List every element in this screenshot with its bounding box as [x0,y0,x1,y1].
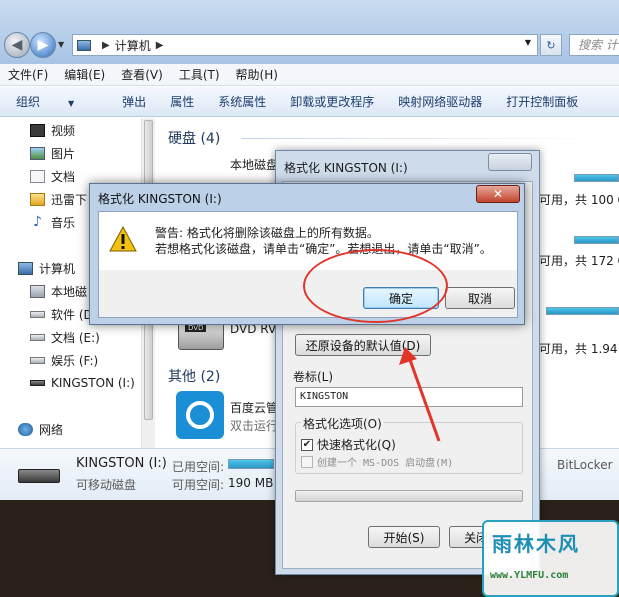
close-icon: ✕ [492,187,504,201]
organize-button[interactable]: 组织 ▼ [16,93,98,110]
details-drive-type: 可移动磁盘 [76,478,137,492]
disk-free-text: 可用，共 100 G [539,193,619,207]
warning-message-area: 警告: 格式化将删除该磁盘上的所有数据。 若想格式化该磁盘，请单击“确定”。若想… [99,212,517,270]
address-dropdown-icon[interactable]: ▼ [525,38,531,47]
msdos-boot-checkbox[interactable]: 创建一个 MS-DOS 启动盘(M) [301,454,453,469]
menu-help[interactable]: 帮助(H) [236,66,278,83]
forward-button[interactable]: ▶ [30,32,56,58]
baidu-cloud-icon [176,391,224,439]
watermark-logo: 雨林木风 www.YLMFU.com [482,520,619,597]
nav-item-network[interactable]: 网络 [18,419,63,439]
menu-edit[interactable]: 编辑(E) [64,66,105,83]
volume-label-caption: 卷标(L) [293,370,334,384]
details-used-label: 已用空间: [172,460,225,474]
group-header-hard-disks[interactable]: 硬盘 (4) [168,128,220,148]
warning-dialog-close-button[interactable]: ✕ [476,185,520,203]
system-properties-button[interactable]: 系统属性 [218,93,266,110]
watermark-text: 雨林木风 [492,532,580,556]
nav-item-drive-e[interactable]: 文档 (E:) [30,327,100,347]
disk-usage-bar [574,236,619,244]
baidu-cloud-label[interactable]: 百度云管 [230,399,278,416]
recent-pages-dropdown[interactable]: ▼ [58,40,64,49]
menu-file[interactable]: 文件(F) [8,66,48,83]
nav-item-videos[interactable]: 视频 [30,120,75,140]
address-path: 计算机 [114,38,151,53]
usb-drive-icon [30,380,45,386]
disk-usage-bar [574,174,619,182]
disk-free-text: 可用，共 172 G [539,254,619,268]
annotation-circle [303,249,448,323]
nav-item-documents[interactable]: 文档 [30,166,75,186]
eject-button[interactable]: 弹出 [122,93,146,110]
menu-view[interactable]: 查看(V) [121,66,163,83]
nav-item-downloads[interactable]: 迅雷下 [30,189,87,209]
format-progress-bar [295,490,523,502]
refresh-icon: ↻ [546,38,556,52]
checkbox-empty-icon [301,455,313,468]
nav-item-pictures[interactable]: 图片 [30,143,75,163]
usb-drive-icon [18,469,60,483]
nav-item-music[interactable]: ♪ 音乐 [30,212,75,232]
address-bar[interactable]: ▶ 计算机 ▶ ▼ [72,34,538,56]
back-arrow-icon: ◀ [11,37,23,53]
disk-usage-bar [546,307,619,315]
computer-icon [77,39,91,51]
baidu-cloud-subtitle: 双击运行 [230,419,279,433]
nav-item-drive-f[interactable]: 娱乐 (F:) [30,350,98,370]
start-button[interactable]: 开始(S) [368,526,440,548]
warning-icon [109,226,137,252]
quick-format-checkbox[interactable]: ✔ 快速格式化(Q) [301,436,396,453]
map-network-drive-button[interactable]: 映射网络驱动器 [398,93,482,110]
cancel-button[interactable]: 取消 [445,287,515,309]
properties-button[interactable]: 属性 [170,93,194,110]
back-button[interactable]: ◀ [4,32,30,58]
group-divider [241,138,601,139]
details-free-label: 可用空间: [172,478,225,492]
chevron-down-icon: ▼ [68,99,75,108]
music-library-icon: ♪ [33,213,42,230]
menu-bar: 文件(F) 编辑(E) 查看(V) 工具(T) 帮助(H) [0,64,619,86]
command-bar: 组织 ▼ 弹出 属性 系统属性 卸载或更改程序 映射网络驱动器 打开控制面板 [0,87,619,117]
details-bitlocker: BitLocker [557,458,613,472]
open-control-panel-button[interactable]: 打开控制面板 [506,93,578,110]
warning-message: 警告: 格式化将删除该磁盘上的所有数据。 若想格式化该磁盘，请单击“确定”。若想… [155,225,492,257]
checkmark-icon: ✔ [301,438,313,451]
nav-item-computer[interactable]: 计算机 [18,258,75,278]
details-usage-bar [228,459,274,469]
picture-library-icon [30,146,45,160]
details-free-value: 190 MB [228,476,274,490]
breadcrumb-chevron-icon: ▶ [155,39,164,51]
warning-dialog-body: 警告: 格式化将删除该磁盘上的所有数据。 若想格式化该磁盘，请单击“确定”。若想… [98,211,518,318]
drive-icon [30,310,45,318]
nav-item-kingston[interactable]: KINGSTON (I:) [30,373,135,393]
download-folder-icon [30,192,45,206]
forward-arrow-icon: ▶ [37,37,49,53]
nav-item-local-disk[interactable]: 本地磁 [30,281,87,301]
details-drive-name: KINGSTON (I:) [76,456,167,471]
group-header-other[interactable]: 其他 (2) [168,366,220,386]
warning-line-2: 若想格式化该磁盘，请单击“确定”。若想退出，请单击“取消”。 [155,242,492,256]
menu-tools[interactable]: 工具(T) [179,66,220,83]
warning-dialog-title: 格式化 KINGSTON (I:) [98,192,222,206]
uninstall-program-button[interactable]: 卸载或更改程序 [290,93,374,110]
warning-dialog: 格式化 KINGSTON (I:) ✕ 警告: 格式化将删除该磁盘上的所有数据。… [89,183,525,325]
annotation-arrow-icon [399,347,441,442]
refresh-button[interactable]: ↻ [540,34,562,56]
format-dialog-close-button[interactable] [488,153,532,171]
video-library-icon [30,123,45,137]
drive-icon [30,356,45,364]
format-options-caption: 格式化选项(O) [301,415,384,432]
disk-free-text: 可用，共 1.94 G [539,342,619,356]
local-disk-label[interactable]: 本地磁盘 [230,156,278,173]
document-library-icon [30,169,45,183]
network-icon [18,422,33,436]
warning-line-1: 警告: 格式化将删除该磁盘上的所有数据。 [155,226,379,240]
drive-icon [30,333,45,341]
format-dialog-title: 格式化 KINGSTON (I:) [284,161,408,175]
local-disk-icon [30,284,45,298]
breadcrumb-chevron-icon: ▶ [102,39,110,51]
computer-icon [18,261,33,275]
search-input[interactable]: 搜索 计 [569,34,619,56]
watermark-url: www.YLMFU.com [490,570,569,581]
